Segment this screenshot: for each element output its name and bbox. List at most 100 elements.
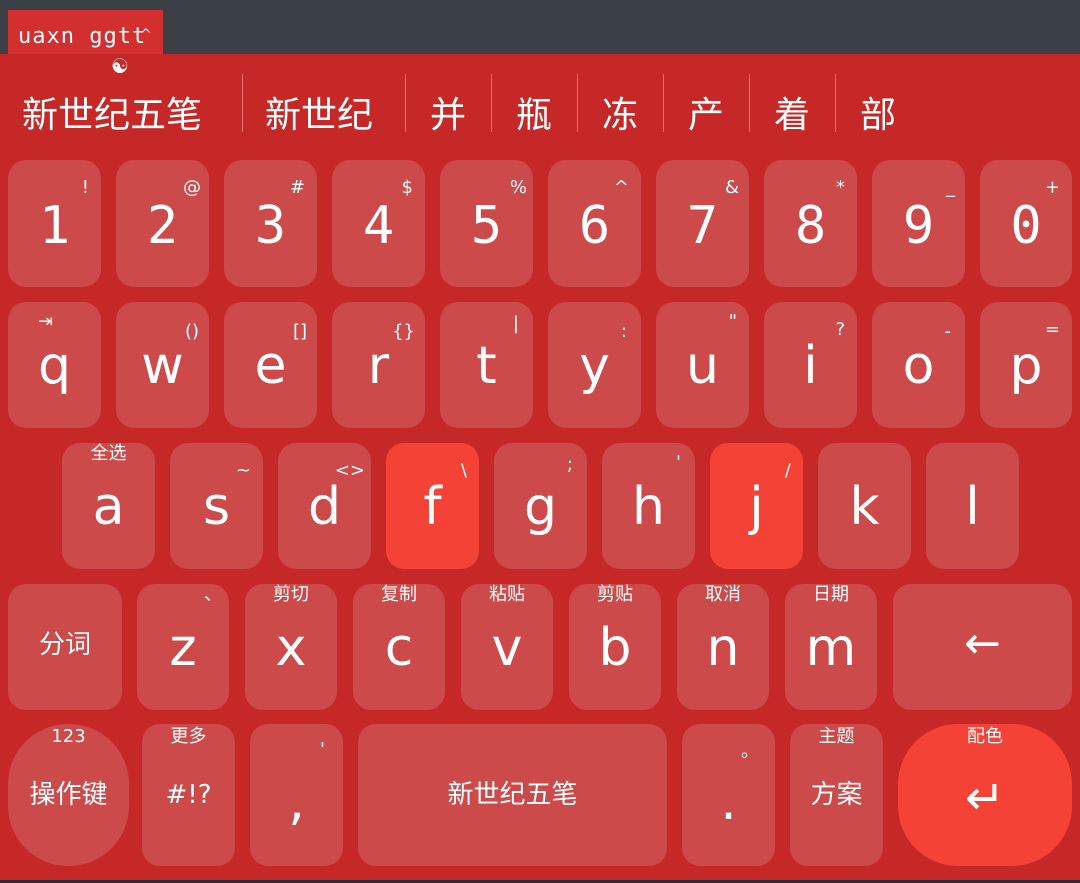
key-t[interactable]: | t [440,302,533,428]
segment-label: 分词 [38,630,91,660]
key-9[interactable]: _ 9 [872,160,965,287]
key-main-label: m [805,618,857,678]
key-hint-label: 、 [204,584,222,605]
key-f[interactable]: \ f [386,443,479,569]
key-main-label: d [307,477,341,537]
key-8[interactable]: * 8 [764,160,857,287]
key-main-label: 2 [146,196,179,256]
symbols-key[interactable]: 更多 #!? [142,724,235,866]
key-b[interactable]: 剪贴 b [569,584,661,710]
key-s[interactable]: ~ s [170,443,263,569]
key-k[interactable]: k [818,443,911,569]
candidate-item[interactable]: 着 [774,92,810,140]
key-main-label: g [523,477,557,537]
key-2[interactable]: @ 2 [116,160,209,287]
key-e[interactable]: [] e [224,302,317,428]
key-main-label: k [849,477,880,537]
key-main-label: 0 [1010,196,1042,256]
period-key[interactable]: 。 . [682,724,775,866]
candidate-item[interactable]: 新世纪 [265,92,373,140]
key-o[interactable]: - o [872,302,965,428]
enter-key[interactable]: 配色 ↵ [898,724,1072,866]
comma-key[interactable]: ' , [250,724,343,866]
key-sub-label: % [509,177,527,198]
key-sub-label: # [289,177,305,198]
key-c[interactable]: 复制 c [353,584,445,710]
key-6[interactable]: ^ 6 [548,160,641,287]
key-r[interactable]: {} r [332,302,425,428]
key-g[interactable]: ; g [494,443,587,569]
candidate-item[interactable]: 瓶 [516,92,552,140]
enter-hint-label: 配色 [967,726,1003,747]
candidate-item[interactable]: 新世纪五笔 [22,92,202,140]
candidate-separator [663,74,664,132]
key-main-label: 1 [38,196,71,256]
enter-icon: ↵ [964,770,1006,826]
symbols-hint-label: 更多 [170,726,207,747]
key-sub-label: & [724,177,739,198]
key-i[interactable]: ? i [764,302,857,428]
candidate-separator [749,74,750,132]
candidate-item[interactable]: 部 [860,92,896,140]
segment-key[interactable]: 分词 [8,584,122,710]
space-key[interactable]: 新世纪五笔 [358,724,667,866]
key-y[interactable]: : y [548,302,641,428]
key-1[interactable]: ! 1 [8,160,101,287]
key-hint-label: 粘贴 [489,584,525,605]
candidate-separator [405,74,406,132]
key-a[interactable]: 全选 a [62,443,155,569]
backspace-key[interactable]: ← [893,584,1072,710]
key-main-label: z [169,618,197,678]
key-p[interactable]: = p [980,302,1072,428]
key-h[interactable]: ' h [602,443,695,569]
key-main-label: 6 [578,196,611,256]
key-sub-label: _ [946,177,955,198]
key-sub-label: * [836,177,845,198]
key-m[interactable]: 日期 m [785,584,877,710]
key-main-label: o [902,336,935,396]
key-3[interactable]: # 3 [224,160,317,287]
key-main-label: 4 [362,196,395,256]
key-0[interactable]: + 0 [980,160,1072,287]
scheme-label: 方案 [810,780,863,810]
key-main-label: x [275,618,307,678]
key-main-label: 5 [470,196,503,256]
key-d[interactable]: <> d [278,443,371,569]
backspace-icon: ← [964,618,1001,669]
key-n[interactable]: 取消 n [677,584,769,710]
candidate-separator [242,74,243,132]
key-main-label: h [632,477,665,537]
key-sub-label: ! [81,177,89,198]
key-main-label: q [37,336,71,396]
scheme-hint-label: 主题 [818,726,855,747]
candidate-item[interactable]: 并 [430,92,466,140]
key-hint-label: 全选 [90,443,127,464]
caret-indicator: ^ [140,27,152,43]
key-main-label: n [706,618,740,678]
key-u[interactable]: " u [656,302,749,428]
ops-label: 操作键 [29,780,108,810]
scheme-key[interactable]: 主题 方案 [790,724,883,866]
candidate-item[interactable]: 产 [688,92,724,140]
candidate-item[interactable]: 冻 [602,92,638,140]
key-main-label: p [1009,336,1043,396]
key-sub-label: @ [183,177,201,198]
operations-key[interactable]: 123 操作键 [8,724,129,866]
key-7[interactable]: & 7 [656,160,749,287]
candidate-separator [491,74,492,132]
key-main-label: j [749,477,764,537]
key-j[interactable]: / j [710,443,803,569]
key-main-label: 3 [254,196,287,256]
key-v[interactable]: 粘贴 v [461,584,553,710]
key-main-label: i [803,336,818,396]
key-4[interactable]: $ 4 [332,160,425,287]
key-5[interactable]: % 5 [440,160,533,287]
key-main-label: 9 [902,196,935,256]
key-l[interactable]: l [926,443,1019,569]
key-z[interactable]: 、 z [137,584,229,710]
key-main-label: 7 [686,196,719,256]
key-x[interactable]: 剪切 x [245,584,337,710]
key-w[interactable]: () w [116,302,209,428]
key-q[interactable]: ⇥ q [8,302,101,428]
key-sub-label: 。 [741,741,759,762]
